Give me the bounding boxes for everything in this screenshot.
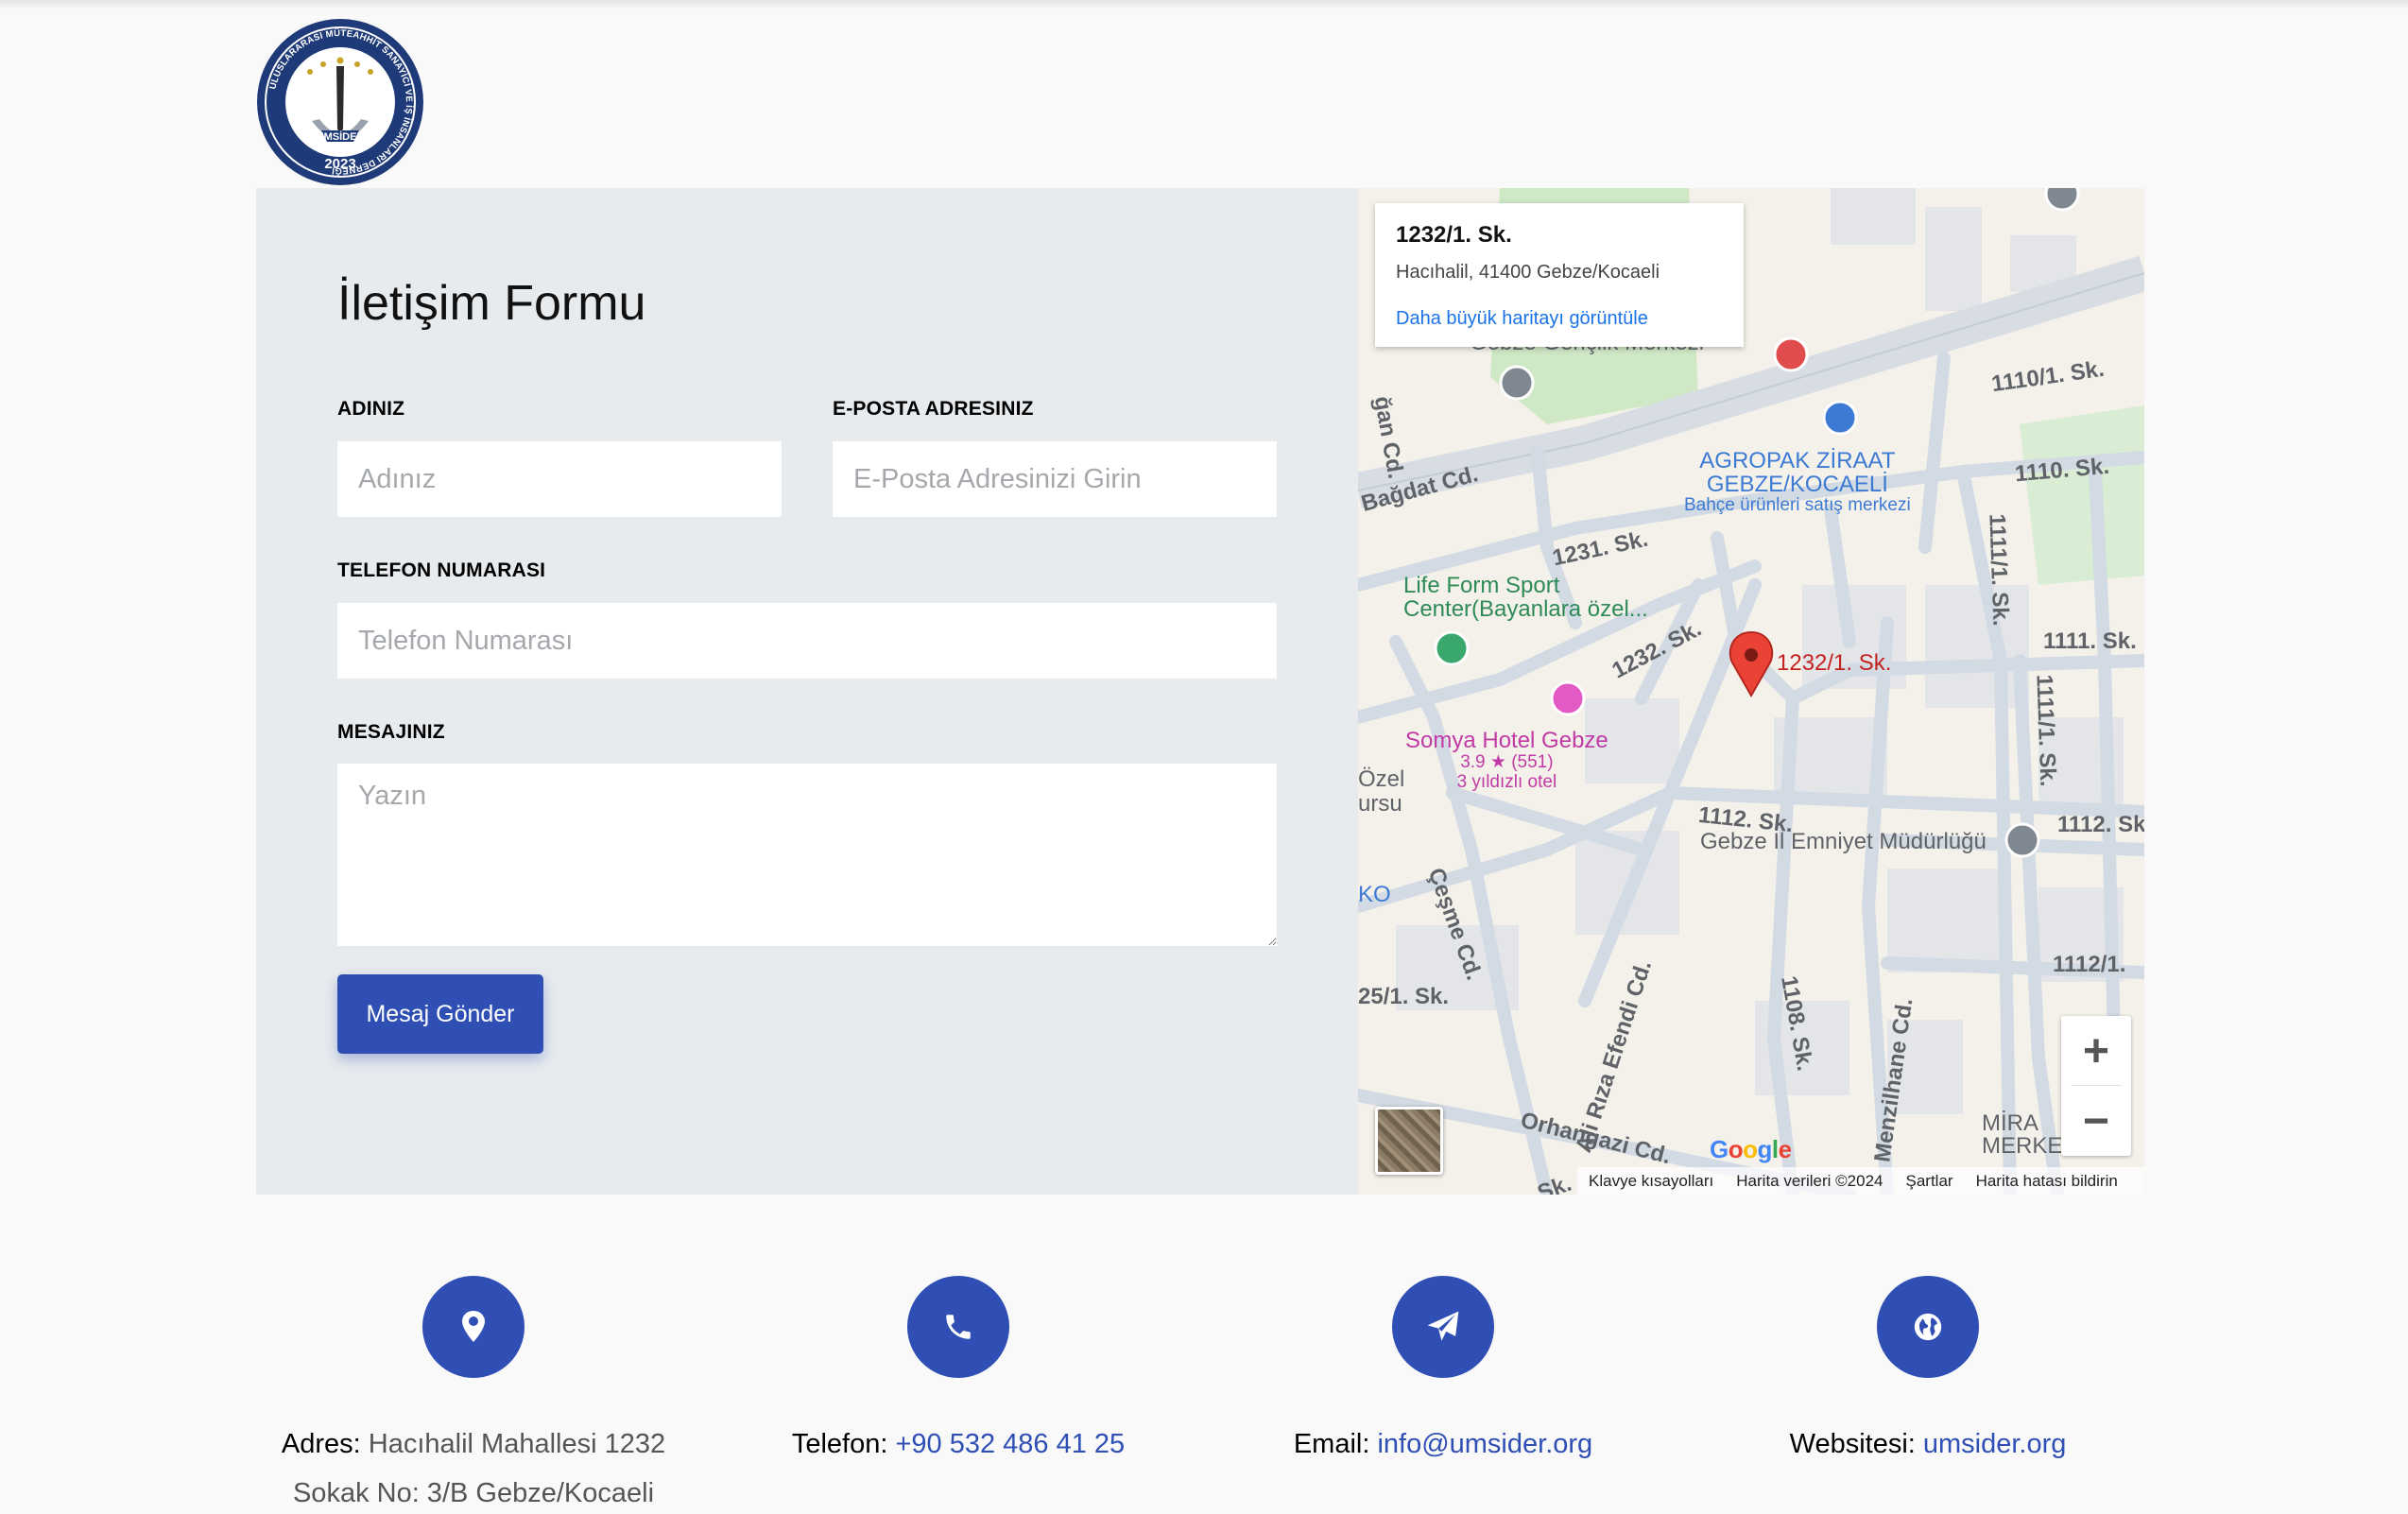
map-attribution-bar: Klavye kısayolları Harita verileri ©2024… <box>1577 1167 2144 1195</box>
contact-website: Websitesi: umsider.org <box>1729 1276 2126 1469</box>
address-key: Adres: <box>281 1429 361 1459</box>
message-label: MESAJINIZ <box>337 721 445 743</box>
contact-phone: Telefon: +90 532 486 41 25 <box>760 1276 1157 1469</box>
map-info-card: 1232/1. Sk. Hacıhalil, 41400 Gebze/Kocae… <box>1375 203 1744 347</box>
info-card-title: 1232/1. Sk. <box>1396 222 1512 248</box>
poi-emniyet[interactable]: Gebze İl Emniyet Müdürlüğü <box>1700 829 1987 855</box>
street-label: 1111. Sk. <box>2043 628 2137 654</box>
keyboard-shortcuts-link[interactable]: Klavye kısayolları <box>1589 1172 1713 1191</box>
street-label: Özel <box>1358 766 1405 792</box>
globe-icon <box>1877 1276 1979 1378</box>
street-label: 1111/1. Sk. <box>1984 513 2014 627</box>
zoom-out-button[interactable]: − <box>2061 1086 2131 1156</box>
email-key: Email: <box>1293 1429 1370 1459</box>
street-label: 1111/1. Sk. <box>2031 674 2061 787</box>
map-data-text: Harita verileri ©2024 <box>1736 1171 1883 1190</box>
street-label: KO <box>1358 882 1391 907</box>
zoom-controls: + − <box>2061 1016 2131 1156</box>
paper-plane-icon <box>1392 1276 1494 1378</box>
phone-label: TELEFON NUMARASI <box>337 559 546 581</box>
zoom-divider <box>2071 1085 2122 1086</box>
poi-life-form[interactable]: Life Form Sport Center(Bayanlara özel... <box>1403 574 1648 622</box>
phone-icon <box>907 1276 1009 1378</box>
street-label: ursu <box>1358 791 1402 817</box>
address-value-line1: Hacıhalil Mahallesi 1232 <box>360 1429 666 1459</box>
street-label: 1112/1. <box>2053 952 2126 977</box>
marker-label: 1232/1. Sk. <box>1777 650 1892 676</box>
satellite-toggle-button[interactable] <box>1375 1107 1443 1175</box>
poi-somya-hotel[interactable]: Somya Hotel Gebze 3.9 ★ (551) 3 yıldızlı… <box>1405 728 1608 793</box>
phone-input[interactable] <box>337 603 1277 679</box>
info-card-address: Hacıhalil, 41400 Gebze/Kocaeli <box>1396 262 1660 283</box>
location-pin-icon <box>422 1276 525 1378</box>
svg-text:2023: 2023 <box>324 156 355 172</box>
website-link[interactable]: umsider.org <box>1923 1429 2067 1459</box>
phone-key: Telefon: <box>791 1429 888 1459</box>
send-message-button[interactable]: Mesaj Gönder <box>337 974 543 1054</box>
name-label: ADINIZ <box>337 398 405 420</box>
view-larger-map-link[interactable]: Daha büyük haritayı görüntüle <box>1396 308 1723 330</box>
contact-email: Email: info@umsider.org <box>1245 1276 1642 1469</box>
terms-link[interactable]: Şartlar <box>1905 1172 1952 1191</box>
contact-form-panel: İletişim Formu ADINIZ E-POSTA ADRESINIZ … <box>256 188 1358 1195</box>
contact-address: Adres: Hacıhalil Mahallesi 1232 Sokak No… <box>275 1276 672 1514</box>
name-input[interactable] <box>337 441 782 517</box>
umsider-logo[interactable]: ULUSLARARASI MÜTEAHHİT SANAYİCİ VE İŞ İN… <box>255 17 425 187</box>
top-shadow <box>0 0 2408 9</box>
form-title: İletişim Formu <box>337 276 646 331</box>
email-link[interactable]: info@umsider.org <box>1377 1429 1592 1459</box>
email-label: E-POSTA ADRESINIZ <box>833 398 1034 420</box>
google-logo: Google <box>1710 1135 1792 1163</box>
message-textarea[interactable] <box>337 764 1277 946</box>
phone-link[interactable]: +90 532 486 41 25 <box>895 1429 1125 1459</box>
poi-agropak[interactable]: AGROPAK ZİRAAT GEBZE/KOCAELİ Bahçe ürünl… <box>1684 449 1911 515</box>
website-key: Websitesi: <box>1789 1429 1916 1459</box>
logo-emblem: ULUSLARARASI MÜTEAHHİT SANAYİCİ VE İŞ İN… <box>257 19 423 185</box>
street-label: 25/1. Sk. <box>1358 984 1450 1009</box>
zoom-in-button[interactable]: + <box>2061 1016 2131 1086</box>
email-input[interactable] <box>833 441 1277 517</box>
street-label: 1112. Sk <box>2057 812 2144 837</box>
address-value-line2: Sokak No: 3/B Gebze/Kocaeli <box>292 1478 655 1508</box>
report-error-link[interactable]: Harita hatası bildirin <box>1976 1172 2118 1191</box>
svg-text:UMSİDER: UMSİDER <box>317 130 365 143</box>
google-map[interactable]: 1110/1. Sk. 1110. Sk. Bağdat Cd. 1231. S… <box>1358 188 2144 1195</box>
